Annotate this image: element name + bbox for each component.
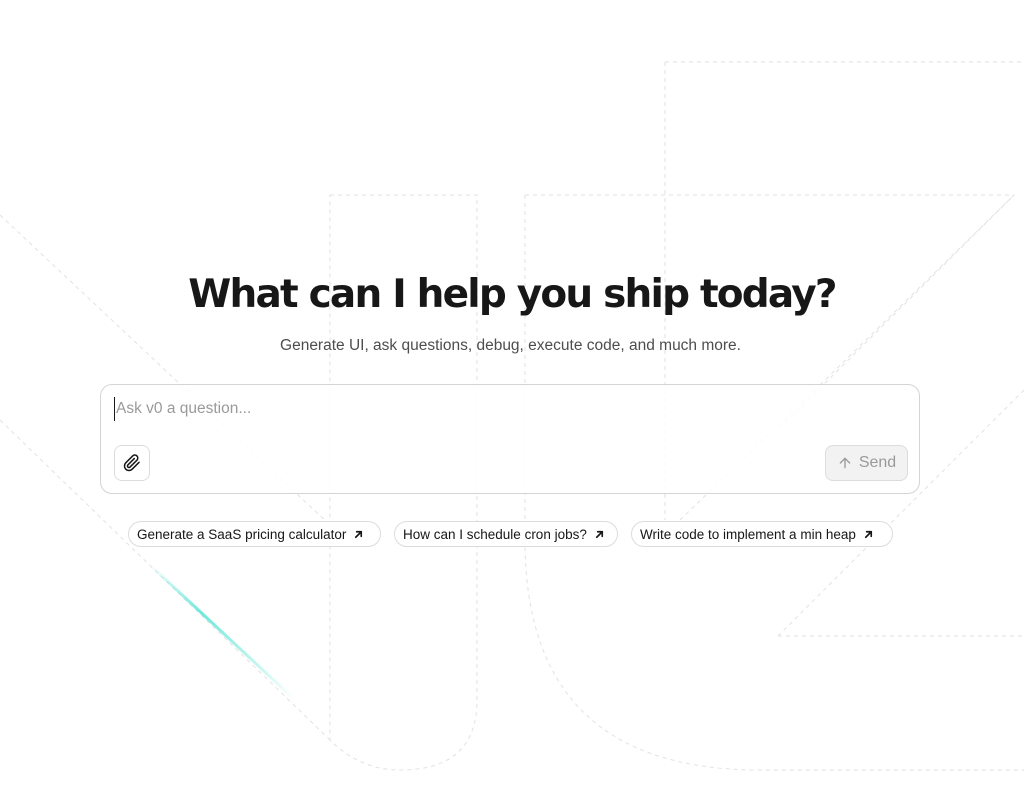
arrow-up-icon [837,455,853,471]
prompt-input[interactable] [114,397,896,421]
prompt-composer: Send [100,384,920,494]
paperclip-icon [123,454,141,472]
page-subtitle: Generate UI, ask questions, debug, execu… [280,337,741,354]
page-title: What can I help you ship today? [188,272,837,317]
suggestion-label: How can I schedule cron jobs? [403,526,587,542]
arrow-up-right-icon [594,529,605,540]
suggestion-chip[interactable]: How can I schedule cron jobs? [394,521,618,547]
suggestion-chip[interactable]: Generate a SaaS pricing calculator [128,521,381,547]
suggestion-chips: Generate a SaaS pricing calculator How c… [0,521,1024,549]
main-content: What can I help you ship today? Generate… [0,0,1024,800]
page: What can I help you ship today? Generate… [0,0,1024,800]
suggestion-label: Generate a SaaS pricing calculator [137,526,347,542]
send-button-label: Send [858,454,897,471]
arrow-up-right-icon [353,529,364,540]
suggestion-label: Write code to implement a min heap [640,526,856,542]
arrow-up-right-icon [863,529,874,540]
attach-file-button[interactable] [114,445,150,481]
send-button[interactable]: Send [825,445,908,481]
suggestion-chip[interactable]: Write code to implement a min heap [631,521,893,547]
